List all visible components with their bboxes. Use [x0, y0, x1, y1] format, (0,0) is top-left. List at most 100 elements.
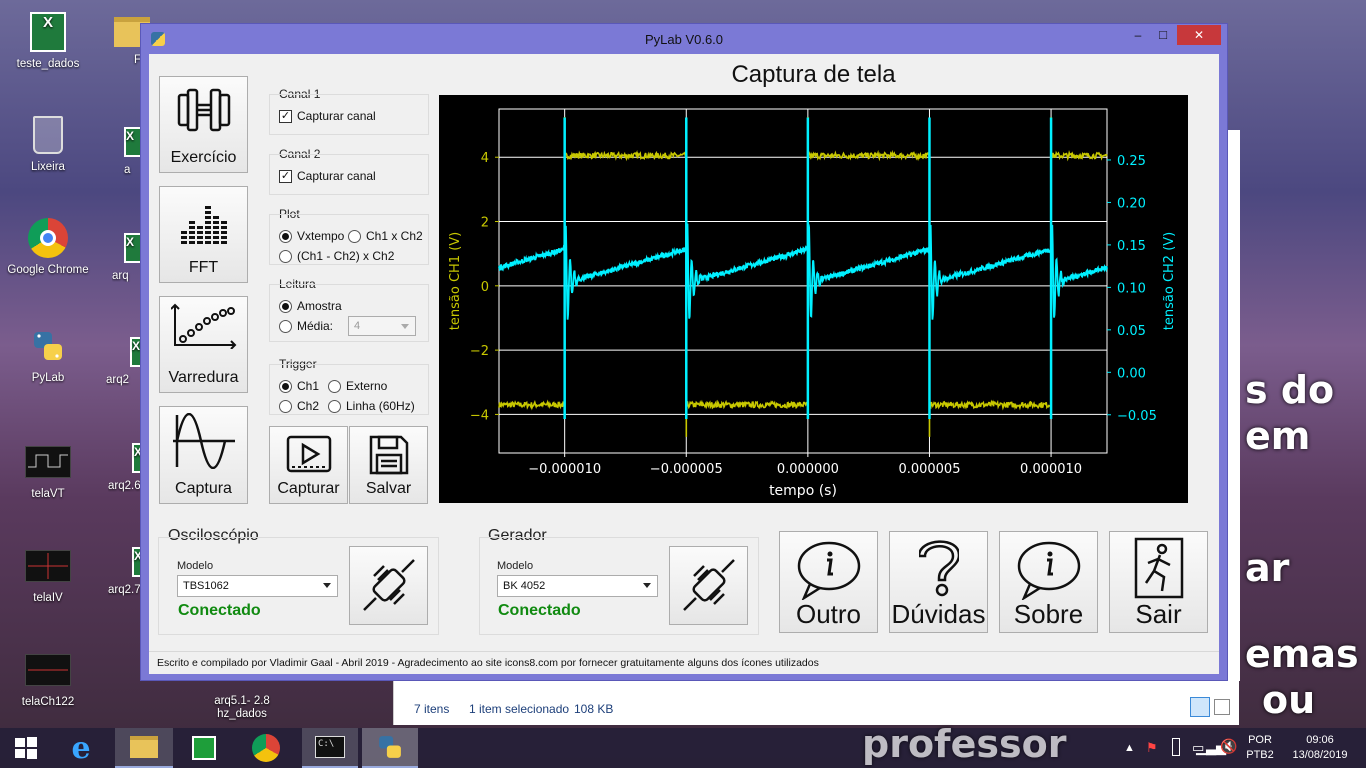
gerador-status: Conectado — [498, 602, 581, 619]
canal2-checkbox[interactable]: ✓ Capturar canal — [279, 169, 376, 183]
taskbar-explorer[interactable] — [115, 728, 173, 768]
keyboard-layout: PTB2 — [1246, 749, 1274, 761]
captura-button[interactable]: Captura — [159, 406, 248, 504]
desktop-icon-chrome[interactable]: Google Chrome — [2, 216, 94, 276]
trigger-radio-ch2[interactable]: Ch2 — [279, 399, 319, 413]
salvar-button[interactable]: Salvar — [349, 426, 428, 504]
taskbar-cmd[interactable]: C:\ — [302, 728, 358, 768]
excel-file-icon: X — [26, 10, 70, 54]
question-mark-icon — [918, 540, 959, 597]
varredura-button[interactable]: Varredura — [159, 296, 248, 393]
trigger-radio-ch1[interactable]: Ch1 — [279, 379, 319, 393]
desktop-icon-arq5[interactable]: arq5.1- 2.8 hz_dados — [196, 682, 288, 734]
x-tick-label: 0.000005 — [898, 462, 960, 477]
minimize-button[interactable]: – — [1126, 28, 1150, 42]
capturar-button[interactable]: Capturar — [269, 426, 348, 504]
taskbar-store[interactable] — [178, 728, 230, 768]
canal1-checkbox[interactable]: ✓ Capturar canal — [279, 109, 376, 123]
start-button[interactable] — [0, 728, 52, 768]
battery-icon[interactable] — [1172, 738, 1180, 756]
capturar-label: Capturar — [277, 480, 340, 497]
store-icon — [192, 736, 216, 760]
language-indicator[interactable]: POR PTB2 — [1242, 733, 1278, 763]
y-left-axis-label: tensão CH1 (V) — [448, 232, 463, 330]
sobre-button[interactable]: Sobre — [999, 531, 1098, 633]
clock[interactable]: 09:06 13/08/2019 — [1285, 733, 1355, 763]
sine-wave-icon — [172, 413, 235, 469]
clock-date: 13/08/2019 — [1292, 749, 1348, 761]
outro-button[interactable]: Outro — [779, 531, 878, 633]
network-status-icon[interactable]: ⚑ — [1146, 740, 1158, 755]
media-value: 4 — [354, 320, 361, 332]
exercicio-button[interactable]: Exercício — [159, 76, 248, 173]
chrome-icon — [252, 734, 280, 762]
language-code: POR — [1248, 734, 1272, 746]
osciloscopio-connect-button[interactable] — [349, 546, 428, 625]
plot-radio-ch1xch2[interactable]: Ch1 x Ch2 — [348, 229, 423, 243]
background-text: ar — [1245, 546, 1290, 590]
trigger-opt2-label: Externo — [346, 379, 388, 393]
radio-icon — [328, 399, 341, 413]
desktop-icon-label: Lixeira — [31, 161, 65, 173]
canal1-checkbox-label: Capturar canal — [297, 109, 376, 123]
info-speech-bubble-icon — [797, 541, 860, 600]
sair-button[interactable]: Sair — [1109, 531, 1208, 633]
osciloscopio-model-select[interactable]: TBS1062 — [177, 575, 338, 597]
radio-icon — [348, 229, 361, 243]
plot-opt2-label: Ch1 x Ch2 — [366, 229, 423, 243]
gerador-modelo-label: Modelo — [497, 560, 534, 572]
large-icons-view-icon[interactable] — [1214, 699, 1230, 715]
leitura-radio-amostra[interactable]: Amostra — [279, 299, 342, 313]
y-left-tick-label: 4 — [481, 151, 489, 166]
gerador-connect-button[interactable] — [669, 546, 748, 625]
y-left-tick-label: −4 — [470, 408, 489, 423]
desktop-icon-pylab[interactable]: PyLab — [2, 324, 94, 384]
gerador-model-select[interactable]: BK 4052 — [497, 575, 658, 597]
taskbar-ie[interactable]: e — [55, 728, 107, 768]
explorer-selected-count: 1 item selecionado — [469, 702, 570, 716]
y-left-tick-label: −2 — [470, 344, 489, 359]
desktop-icon-telavt[interactable]: telaVT — [2, 440, 94, 500]
details-view-icon[interactable] — [1190, 697, 1210, 717]
background-text: professor — [862, 722, 1067, 766]
show-hidden-icons[interactable]: ▲ — [1124, 741, 1135, 756]
x-tick-label: −0.000010 — [528, 462, 601, 477]
desktop-icon-teste-dados[interactable]: X teste_dados — [2, 10, 94, 70]
plot-radio-vxtempo[interactable]: Vxtempo — [279, 229, 344, 243]
taskbar-python[interactable] — [362, 728, 418, 768]
leitura-radio-media[interactable]: Média: — [279, 319, 333, 333]
desktop-icon-telaiv[interactable]: telaIV — [2, 544, 94, 604]
taskbar-chrome[interactable] — [240, 728, 292, 768]
gerador-model-value: BK 4052 — [503, 580, 546, 592]
waveform-thumbnail-icon — [25, 544, 71, 588]
radio-icon — [328, 379, 341, 393]
leitura-opt1-label: Amostra — [297, 299, 342, 313]
volume-muted-icon[interactable]: 🔇 — [1220, 739, 1237, 754]
y-right-tick-label: 0.10 — [1117, 281, 1146, 296]
x-axis-label: tempo (s) — [769, 483, 837, 499]
duvidas-button[interactable]: Dúvidas — [889, 531, 988, 633]
media-combo[interactable]: 4 — [348, 316, 416, 336]
fft-button[interactable]: FFT — [159, 186, 248, 283]
play-video-icon — [286, 435, 331, 473]
salvar-label: Salvar — [365, 480, 412, 497]
plug-connect-icon — [682, 559, 735, 611]
maximize-button[interactable]: □ — [1151, 27, 1175, 42]
window-title: PyLab V0.6.0 — [644, 32, 724, 47]
radio-icon — [279, 399, 292, 413]
y-right-tick-label: 0.25 — [1117, 154, 1146, 169]
clock-time: 09:06 — [1306, 734, 1334, 746]
close-button[interactable]: ✕ — [1177, 25, 1221, 45]
trigger-radio-linha[interactable]: Linha (60Hz) — [328, 399, 415, 413]
trigger-radio-externo[interactable]: Externo — [328, 379, 387, 393]
plot-opt3-label: (Ch1 - Ch2) x Ch2 — [297, 249, 395, 263]
captura-label: Captura — [175, 480, 232, 497]
desktop-icon-telach122[interactable]: telaCh122 — [2, 648, 94, 708]
y-right-tick-label: −0.05 — [1117, 409, 1157, 424]
desktop-icon-lixeira[interactable]: Lixeira — [2, 113, 94, 173]
explorer-window-edge — [1228, 130, 1240, 681]
title-bar[interactable]: PyLab V0.6.0 – □ ✕ — [141, 24, 1227, 54]
exercicio-label: Exercício — [170, 149, 237, 166]
plot-radio-diff[interactable]: (Ch1 - Ch2) x Ch2 — [279, 249, 394, 263]
chevron-down-icon — [401, 324, 409, 329]
